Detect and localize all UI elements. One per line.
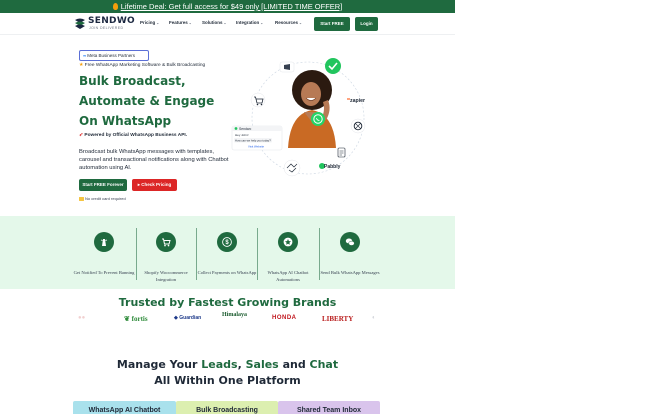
- headline-line-2: Automate & Engage: [79, 94, 215, 108]
- brand-logo-guardian: ◆ Guardian: [174, 315, 202, 321]
- brand-logos-row: ●● ❦ fortis ◆ Guardian Himalaya HONDA LI…: [0, 312, 455, 328]
- chevron-down-icon: ⌄: [260, 21, 264, 25]
- star-icon: ★: [79, 63, 84, 68]
- rocket-icon: ➶: [79, 133, 84, 138]
- guardian-mark-icon: ◆: [174, 315, 178, 321]
- manage-heading-line-1: Manage Your Leads, Sales and Chat: [116, 358, 339, 371]
- promo-banner[interactable]: Lifetime Deal: Get full access for $49 o…: [0, 0, 455, 13]
- dollar-icon: $: [222, 237, 232, 247]
- no-credit-card-note: No credit card required: [79, 196, 126, 201]
- brand-logo-liberty: LIBERTY: [322, 315, 354, 323]
- document-icon: [337, 147, 346, 158]
- hero-description: Broadcast bulk WhatsApp messages with te…: [79, 149, 229, 171]
- svg-text:$: $: [225, 240, 229, 246]
- check-pricing-button[interactable]: ▸ Check Pricing: [132, 179, 177, 191]
- meta-infinity-icon: ∞: [83, 53, 87, 58]
- start-free-button[interactable]: Start FREE: [314, 17, 350, 31]
- nav-item-solutions[interactable]: Solutions⌄: [202, 20, 226, 25]
- brand-logo-himalaya: Himalaya: [222, 312, 247, 318]
- logo-tagline: JOIN DELIVERED: [89, 26, 124, 30]
- credit-card-icon: [79, 197, 84, 201]
- trusted-title: Trusted by Fastest Growing Brands: [118, 296, 337, 309]
- headline-line-1: Bulk Broadcast,: [79, 74, 186, 88]
- chat-question: How can we help you today?: [235, 139, 271, 143]
- play-icon: ▸: [137, 182, 140, 187]
- hero-tagline: ★ Free WhatsApp Marketing Software & Bul…: [79, 63, 206, 68]
- logo-text: SENDWO: [88, 16, 136, 26]
- page: Lifetime Deal: Get full access for $49 o…: [0, 0, 455, 414]
- cart-icon: [250, 92, 266, 108]
- feature-collect-payments[interactable]: $ Collect Payments on WhatsApp: [196, 228, 258, 284]
- chat-preview-card: Sendwo Hey John! How can we help you tod…: [231, 125, 283, 151]
- headline-line-3: On WhatsApp: [79, 114, 172, 128]
- chevron-down-icon: ⌄: [156, 21, 160, 25]
- nav-item-resources[interactable]: Resources⌄: [275, 20, 302, 25]
- pabbly-logo: Pabbly: [319, 163, 341, 170]
- whatsapp-logo-icon: [311, 112, 325, 126]
- fire-icon: [112, 3, 118, 10]
- feature-ai-chatbot[interactable]: WhatsApp AI Chatbot Automations: [257, 228, 319, 284]
- brand-logo-faded: ◐: [372, 315, 376, 321]
- start-free-forever-button[interactable]: Start FREE Forever: [79, 179, 127, 191]
- feature-band: Get Notified To Prevent Banning Shopify …: [0, 216, 455, 289]
- logo[interactable]: SENDWO JOIN DELIVERED: [74, 16, 136, 32]
- feature-bulk-messages[interactable]: Send Bulk WhatsApp Messages: [319, 228, 381, 284]
- chevron-down-icon: ⌄: [223, 21, 227, 25]
- chat-greeting: Hey John!: [235, 133, 249, 137]
- tab-shared-team-inbox[interactable]: Shared Team Inbox: [278, 401, 380, 414]
- svg-text:Pabbly: Pabbly: [324, 164, 341, 170]
- nav-item-pricing[interactable]: Pricing⌄: [140, 20, 159, 25]
- zapier-logo: zapier: [350, 98, 365, 104]
- handshake-icon: [283, 159, 301, 177]
- nav-item-features[interactable]: Features⌄: [169, 20, 192, 25]
- brand-logo-faded: ●●: [78, 315, 86, 321]
- check-badge-icon: [325, 58, 341, 74]
- chat-bubbles-icon: [345, 238, 355, 246]
- login-button[interactable]: Login: [355, 17, 378, 31]
- chat-title: Sendwo: [239, 127, 251, 131]
- tab-bulk-broadcasting[interactable]: Bulk Broadcasting: [176, 401, 278, 414]
- tab-whatsapp-ai-chatbot[interactable]: WhatsApp AI Chatbot: [73, 401, 176, 414]
- chat-link: Visit Website: [248, 145, 265, 149]
- hero-illustration: zapier Pabbly Sendwo Hey John! How can w…: [231, 58, 366, 177]
- star-icon: [283, 237, 293, 247]
- lighthouse-icon: [100, 239, 108, 246]
- brand-logo-honda: HONDA: [272, 315, 297, 321]
- leaf-icon: ❦: [124, 315, 130, 323]
- powered-by-text: ➶ Powered by Official WhatsApp Business …: [79, 133, 188, 138]
- promo-link[interactable]: Lifetime Deal: Get full access for $49 o…: [121, 2, 343, 11]
- feature-shopify-woocommerce[interactable]: Shopify Woocommerce Integration: [135, 228, 197, 284]
- brand-logo-fortis: ❦ fortis: [124, 315, 148, 323]
- openai-icon: [350, 118, 366, 134]
- manage-heading-line-2: All Within One Platform: [154, 374, 301, 387]
- cart-icon: [162, 238, 171, 247]
- chevron-down-icon: ⌄: [299, 21, 302, 25]
- nav-item-integration[interactable]: Integration⌄: [236, 20, 263, 25]
- top-nav: SENDWO JOIN DELIVERED Pricing⌄ Features⌄…: [0, 13, 455, 35]
- sendwo-logo-icon: [75, 18, 85, 29]
- chevron-down-icon: ⌄: [188, 21, 192, 25]
- meta-partner-badge: ∞Meta Business Partners: [79, 50, 149, 61]
- megaphone-icon: [279, 61, 295, 73]
- feature-prevent-banning[interactable]: Get Notified To Prevent Banning: [73, 228, 135, 284]
